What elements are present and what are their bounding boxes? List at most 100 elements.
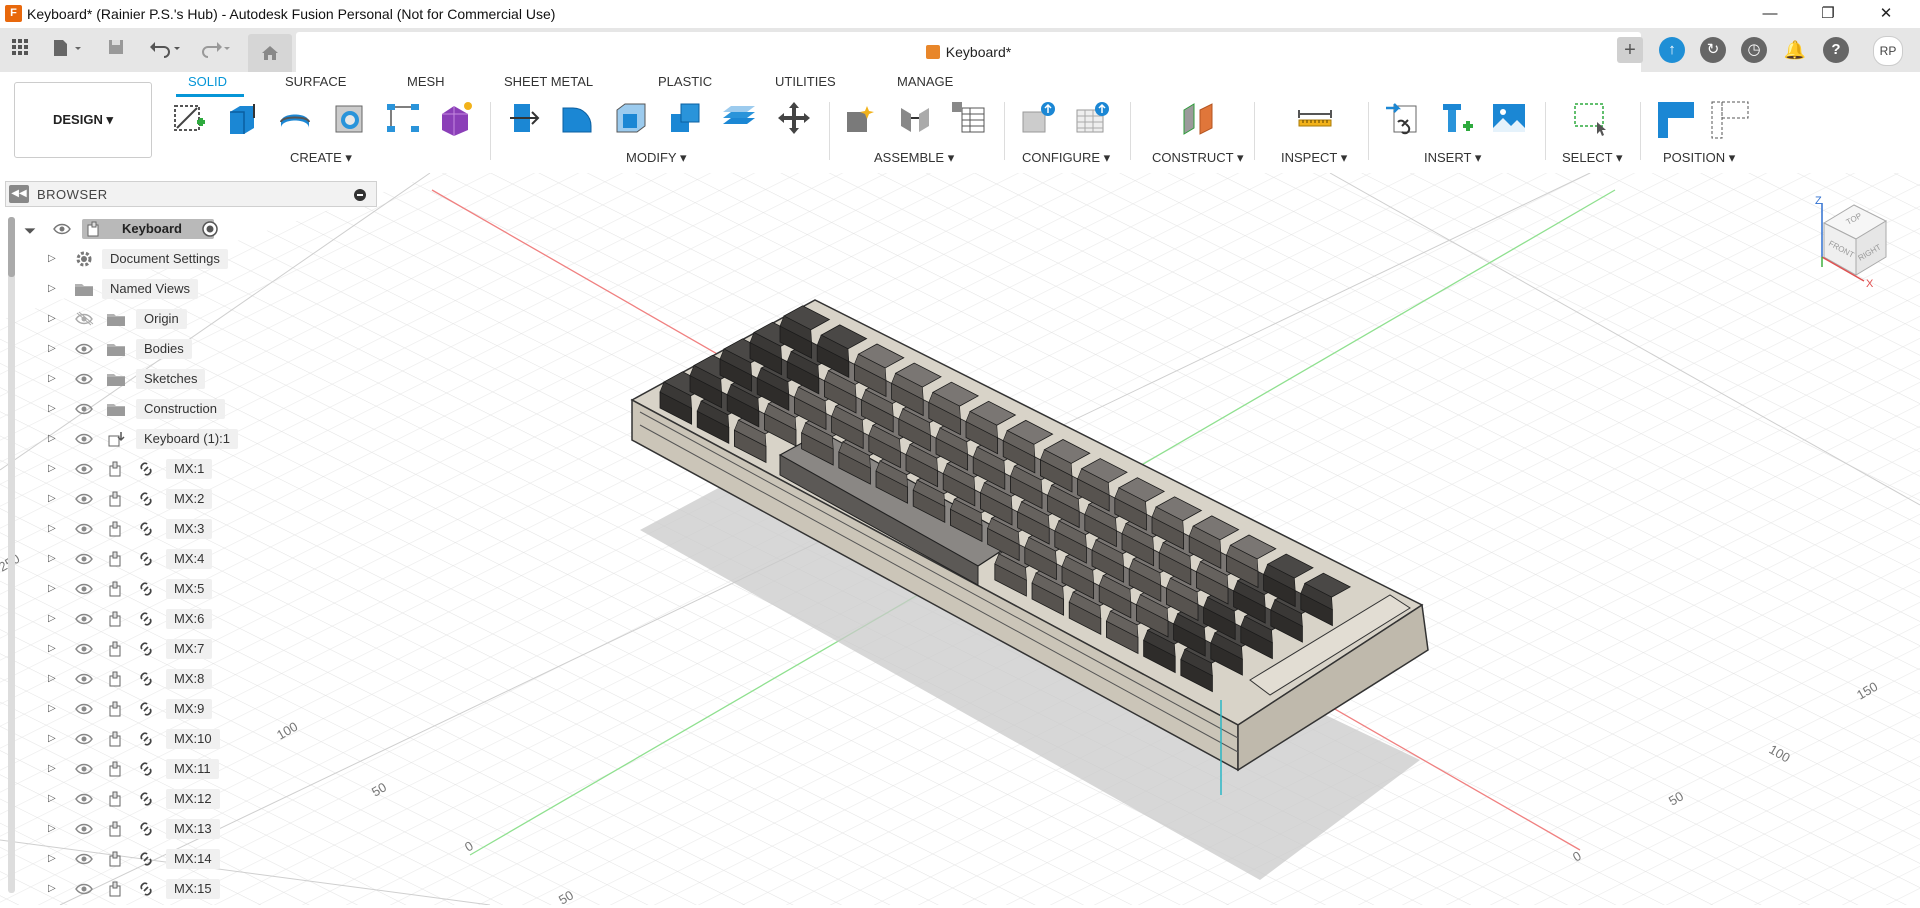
measure-icon[interactable] — [1297, 100, 1333, 136]
eye-icon[interactable] — [74, 639, 94, 659]
offset-face-icon[interactable] — [721, 100, 757, 136]
tab-sheet-metal[interactable]: SHEET METAL — [504, 74, 593, 89]
file-icon[interactable] — [48, 38, 88, 62]
expand-triangle-icon[interactable]: ▷ — [48, 763, 56, 774]
eye-icon[interactable] — [74, 789, 94, 809]
browser-node[interactable]: ▷ MX:13 — [44, 817, 344, 841]
browser-root-node[interactable]: ◢ Keyboard — [23, 217, 244, 241]
eye-icon[interactable] — [74, 879, 94, 899]
fusion-app-icon[interactable]: F — [5, 5, 22, 22]
shell-icon[interactable] — [613, 100, 649, 136]
group-assemble[interactable]: ASSEMBLE ▾ — [874, 150, 954, 166]
browser-node[interactable]: ▷ MX:8 — [44, 667, 344, 691]
browser-node[interactable]: ▷ MX:4 — [44, 547, 344, 571]
minimize-icon[interactable]: — — [1742, 0, 1798, 28]
browser-node[interactable]: ▷ MX:9 — [44, 697, 344, 721]
move-icon[interactable] — [776, 100, 812, 136]
undo-icon[interactable] — [146, 38, 186, 62]
combine-icon[interactable] — [667, 100, 703, 136]
eye-icon[interactable] — [74, 369, 94, 389]
browser-node[interactable]: ▷ MX:6 — [44, 607, 344, 631]
home-icon[interactable] — [248, 34, 292, 72]
eye-icon[interactable] — [74, 339, 94, 359]
press-pull-icon[interactable] — [506, 100, 542, 136]
expand-triangle-icon[interactable]: ▷ — [48, 883, 56, 894]
job-status-icon[interactable]: ◷ — [1741, 37, 1767, 63]
browser-node[interactable]: ▷ Keyboard (1):1 — [44, 427, 344, 451]
activate-radio-icon[interactable] — [200, 219, 220, 239]
expand-triangle-icon[interactable]: ▷ — [48, 403, 56, 414]
workspace-switcher[interactable]: DESIGN ▾ — [14, 82, 152, 158]
fillet-icon[interactable] — [559, 100, 595, 136]
expand-triangle-icon[interactable]: ▷ — [48, 283, 56, 294]
restore-icon[interactable]: ❐ — [1800, 0, 1856, 28]
expand-triangle-icon[interactable]: ▷ — [48, 313, 56, 324]
online-status-icon[interactable]: ↻ — [1700, 37, 1726, 63]
offset-plane-icon[interactable] — [1180, 100, 1216, 136]
expand-triangle-icon[interactable]: ▷ — [48, 823, 56, 834]
redo-icon[interactable] — [196, 38, 236, 62]
eye-icon[interactable] — [74, 759, 94, 779]
eye-icon[interactable] — [52, 219, 72, 239]
group-insert[interactable]: INSERT ▾ — [1424, 150, 1481, 166]
insert-canvas-icon[interactable] — [1491, 100, 1527, 136]
eye-icon[interactable] — [74, 849, 94, 869]
viewcube[interactable]: TOP FRONT RIGHT Z X — [1810, 195, 1900, 290]
browser-node[interactable]: ▷ MX:7 — [44, 637, 344, 661]
minimize-browser-icon[interactable] — [354, 189, 366, 201]
tab-mesh[interactable]: MESH — [407, 74, 445, 89]
group-create[interactable]: CREATE ▾ — [290, 150, 352, 166]
revolve-icon[interactable] — [277, 100, 313, 136]
window-select-icon[interactable] — [1573, 100, 1609, 136]
pattern-icon[interactable] — [385, 100, 421, 136]
expand-triangle-icon[interactable]: ▷ — [48, 643, 56, 654]
expand-triangle-icon[interactable]: ▷ — [48, 373, 56, 384]
browser-node[interactable]: ▷ MX:12 — [44, 787, 344, 811]
collapse-triangle-icon[interactable]: ◢ — [23, 222, 36, 235]
new-tab-icon[interactable]: + — [1617, 37, 1643, 63]
eye-icon[interactable] — [74, 519, 94, 539]
browser-node[interactable]: ▷ Document Settings — [44, 247, 344, 271]
expand-triangle-icon[interactable]: ▷ — [48, 253, 56, 264]
expand-triangle-icon[interactable]: ▷ — [48, 703, 56, 714]
create-form-icon[interactable] — [438, 100, 474, 136]
tab-solid[interactable]: SOLID — [188, 74, 227, 89]
browser-node[interactable]: ▷ MX:15 — [44, 877, 344, 901]
browser-node[interactable]: ▷ MX:2 — [44, 487, 344, 511]
eye-icon[interactable] — [74, 459, 94, 479]
capture-position-icon[interactable] — [1656, 100, 1696, 140]
eye-icon[interactable] — [74, 579, 94, 599]
extrude-icon[interactable] — [224, 100, 260, 136]
expand-triangle-icon[interactable]: ▷ — [48, 793, 56, 804]
expand-triangle-icon[interactable]: ▷ — [48, 553, 56, 564]
insert-mcmaster-carr-icon[interactable] — [1439, 100, 1475, 136]
tab-manage[interactable]: MANAGE — [897, 74, 953, 89]
expand-triangle-icon[interactable]: ▷ — [48, 343, 56, 354]
eye-icon[interactable] — [74, 609, 94, 629]
group-select[interactable]: SELECT ▾ — [1562, 150, 1622, 166]
tab-utilities[interactable]: UTILITIES — [775, 74, 836, 89]
browser-node[interactable]: ▷ MX:10 — [44, 727, 344, 751]
browser-node[interactable]: ▷ MX:1 — [44, 457, 344, 481]
grid-icon[interactable] — [8, 38, 32, 62]
eye-icon[interactable] — [74, 819, 94, 839]
browser-panel-header[interactable]: ◀◀ BROWSER — [5, 181, 377, 207]
expand-triangle-icon[interactable]: ▷ — [48, 583, 56, 594]
eye-icon[interactable] — [74, 399, 94, 419]
configure-design-icon[interactable] — [1021, 100, 1057, 136]
eye-icon[interactable] — [74, 549, 94, 569]
save-icon[interactable] — [104, 38, 128, 62]
group-inspect[interactable]: INSPECT ▾ — [1281, 150, 1347, 166]
browser-node[interactable]: ▷ Named Views — [44, 277, 344, 301]
create-sketch-icon[interactable] — [171, 100, 207, 136]
group-position[interactable]: POSITION ▾ — [1663, 150, 1735, 166]
document-tab[interactable]: Keyboard* ✕ — [296, 32, 1641, 72]
group-construct[interactable]: CONSTRUCT ▾ — [1152, 150, 1244, 166]
eye-icon[interactable] — [74, 729, 94, 749]
insert-derive-icon[interactable] — [1384, 100, 1420, 136]
browser-node[interactable]: ▷ Sketches — [44, 367, 344, 391]
hole-icon[interactable] — [332, 100, 368, 136]
eye-icon[interactable] — [74, 489, 94, 509]
browser-node[interactable]: ▷ MX:11 — [44, 757, 344, 781]
new-component-icon[interactable] — [843, 100, 879, 136]
